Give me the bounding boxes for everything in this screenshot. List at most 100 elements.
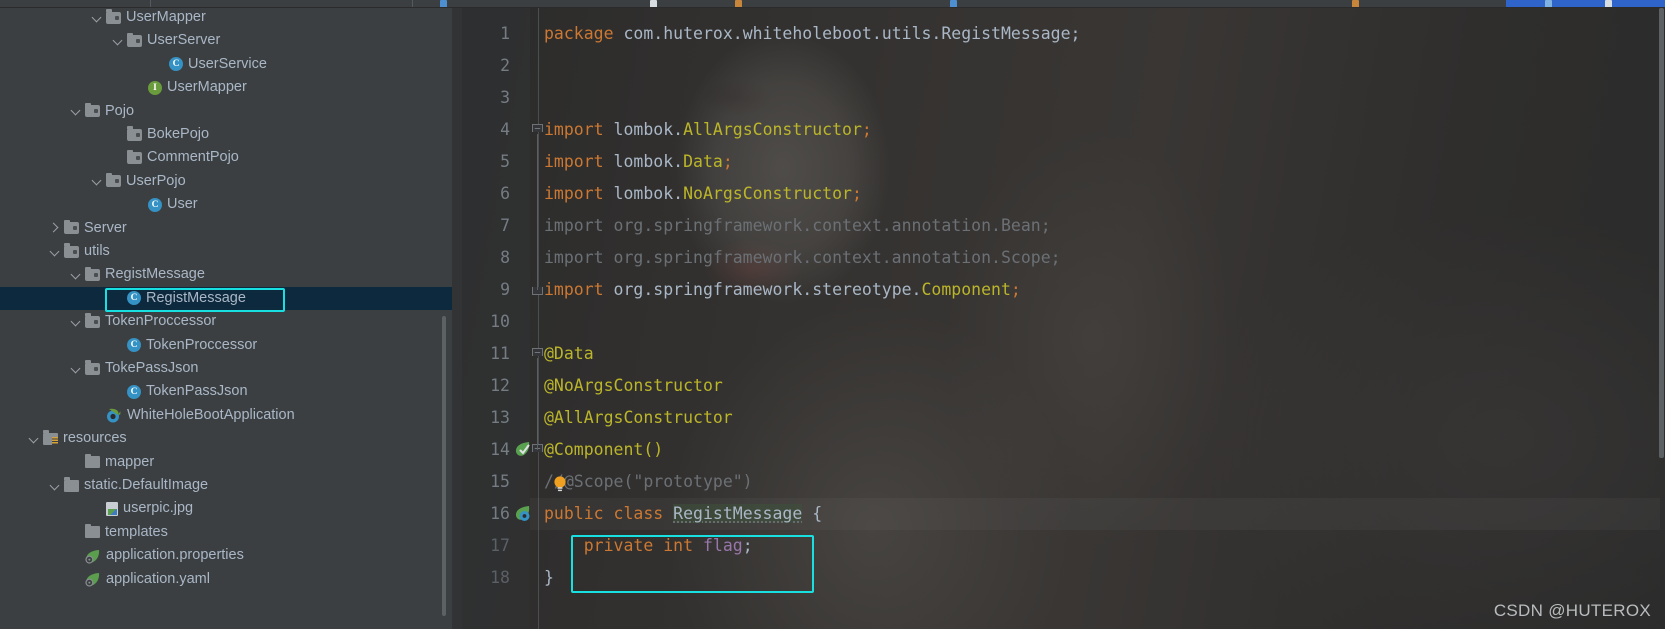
tree-item-userpic-jpg[interactable]: userpic.jpg [0, 497, 452, 520]
fold-start-icon[interactable]: – [532, 124, 543, 134]
tree-item-userserver[interactable]: UserServer [0, 29, 452, 52]
chevron-open-icon[interactable] [48, 479, 62, 493]
tree-item-tokenpassjson[interactable]: C TokenPassJson [0, 380, 452, 403]
chevron-open-icon[interactable] [69, 268, 83, 282]
code-token: Component [921, 280, 1011, 299]
tree-item-mapper[interactable]: mapper [0, 451, 452, 474]
tree-item-label: TokenProccessor [146, 336, 258, 353]
fold-start-icon[interactable]: – [532, 348, 543, 358]
lightbulb-icon[interactable] [553, 475, 566, 492]
tree-item-resources[interactable]: resources [0, 427, 452, 450]
tree-item-commentpojo[interactable]: CommentPojo [0, 146, 452, 169]
folder-icon [106, 9, 121, 24]
toolbar-icon-e[interactable] [1352, 0, 1359, 7]
tree-item-pojo[interactable]: Pojo [0, 100, 452, 123]
tree-item-label: TokenProccessor [105, 313, 217, 330]
code-line[interactable]: import org.springframework.stereotype.Co… [544, 274, 1021, 306]
chevron-closed-icon[interactable] [48, 221, 62, 235]
tree-item-label: static.DefaultImage [84, 477, 209, 493]
code-line[interactable]: //@Scope("prototype") [544, 466, 753, 498]
folder-icon [85, 266, 100, 282]
toolbar-icon-d[interactable] [950, 0, 957, 7]
code-line[interactable]: @NoArgsConstructor [544, 370, 723, 402]
code-line[interactable]: @Component() [544, 434, 663, 466]
toolbar-icon-f[interactable] [1545, 0, 1552, 7]
line-number: 8 [500, 248, 510, 267]
line-number: 9 [500, 280, 510, 299]
toolbar-active-tab[interactable] [1506, 0, 1665, 7]
tree-item-usermapper[interactable]: UserMapper [0, 8, 452, 29]
tree-item-utils[interactable]: utils [0, 240, 452, 263]
code-token: private [583, 536, 664, 555]
tree-item-application-properties[interactable]: application.properties [0, 544, 452, 567]
chevron-open-icon[interactable] [48, 245, 62, 259]
code-line[interactable]: @AllArgsConstructor [544, 402, 733, 434]
tree-item-static-defaultimage[interactable]: static.DefaultImage [0, 474, 452, 497]
tree-item-usermapper[interactable]: I UserMapper [0, 76, 452, 99]
fold-region-line [537, 358, 538, 450]
spring-class-gutter-icon[interactable] [514, 506, 531, 527]
line-number: 18 [490, 568, 510, 587]
code-token: flag [702, 536, 743, 555]
code-line[interactable]: import org.springframework.context.annot… [544, 210, 1051, 242]
spring-bean-gutter-icon[interactable] [514, 442, 531, 463]
code-token: } [544, 568, 554, 587]
tree-item-label: application.properties [106, 547, 244, 564]
code-line[interactable]: private int flag; [544, 530, 753, 562]
code-line[interactable]: import lombok.Data; [544, 146, 733, 178]
folder-icon [85, 102, 100, 118]
tree-item-user[interactable]: C User [0, 193, 452, 216]
code-line[interactable]: public class RegistMessage { [544, 498, 822, 530]
tree-item-registmessage[interactable]: C RegistMessage [0, 286, 452, 311]
code-line[interactable]: import lombok.NoArgsConstructor; [544, 178, 862, 210]
fold-region-line [537, 134, 538, 290]
toolbar-icon-g[interactable] [1605, 0, 1612, 7]
chevron-open-icon[interactable] [111, 34, 125, 48]
tree-item-tokenproccessor[interactable]: TokenProccessor [0, 310, 452, 333]
tree-item-tokepassjson[interactable]: TokePassJson [0, 357, 452, 380]
code-token: @NoArgsConstructor [544, 376, 723, 395]
tree-item-userservice[interactable]: C UserService [0, 53, 452, 76]
code-token: ; [851, 184, 862, 203]
tree-item-whiteholebootapplication[interactable]: WhiteHoleBootApplication [0, 404, 452, 427]
code-line[interactable]: import lombok.AllArgsConstructor; [544, 114, 872, 146]
chevron-open-icon[interactable] [69, 315, 83, 329]
line-number: 2 [500, 56, 510, 75]
chevron-open-icon[interactable] [90, 174, 104, 188]
tree-item-label: Server [84, 219, 127, 236]
folder-icon [64, 477, 79, 492]
tree-item-server[interactable]: Server [0, 217, 452, 240]
tree-item-tokenproccessor[interactable]: C TokenProccessor [0, 334, 452, 357]
chevron-open-icon[interactable] [27, 432, 41, 446]
code-line[interactable]: @Data [544, 338, 594, 370]
tree-item-application-yaml[interactable]: application.yaml [0, 568, 452, 591]
tree-item-templates[interactable]: templates [0, 521, 452, 544]
toolbar-icon-c[interactable] [735, 0, 742, 7]
java-class-icon: C [127, 291, 141, 306]
toolbar-icon-b[interactable] [650, 0, 657, 7]
project-tool-window[interactable]: UserMapper UserServer C UserService I UserMap… [0, 8, 452, 629]
tree-item-label: UserServer [147, 32, 221, 49]
tree-item-bokepojo[interactable]: BokePojo [0, 123, 452, 146]
editor-scrollbar[interactable] [1659, 8, 1664, 458]
tree-item-userpojo[interactable]: UserPojo [0, 170, 452, 193]
tree-item-label: RegistMessage [146, 289, 246, 306]
folder-icon [85, 453, 100, 469]
code-editor[interactable]: 1 package com.huterox.whiteholeboot.utils… [452, 8, 1665, 629]
sidebar-scrollbar[interactable] [442, 316, 446, 616]
toolbar-icon-a[interactable] [440, 0, 447, 7]
spring-boot-app-icon [106, 408, 122, 423]
code-token: @Component() [544, 440, 664, 459]
code-line[interactable]: } [544, 562, 554, 594]
tree-item-registmessage[interactable]: RegistMessage [0, 263, 452, 286]
code-line[interactable]: import org.springframework.context.annot… [544, 242, 1061, 274]
chevron-open-icon[interactable] [69, 104, 83, 118]
code-line[interactable]: package com.huterox.whiteholeboot.utils.… [544, 18, 1080, 50]
chevron-open-icon[interactable] [90, 11, 104, 25]
chevron-open-icon[interactable] [69, 362, 83, 376]
